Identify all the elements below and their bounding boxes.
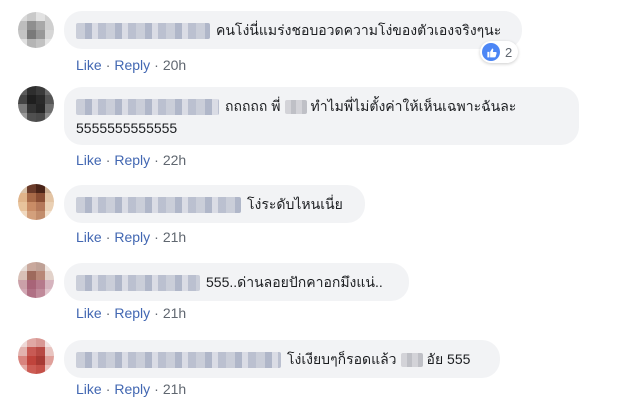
comment-text: โง่ระดับไหนเนี่ย	[247, 196, 343, 212]
comment-bubble: คนโง่นี่แมร่งชอบอวดความโง่ของตัวเองจริงๆ…	[64, 11, 522, 49]
timestamp[interactable]: 21h	[163, 229, 186, 245]
like-link[interactable]: Like	[76, 57, 102, 73]
separator: ·	[154, 305, 159, 321]
like-link[interactable]: Like	[76, 381, 102, 397]
like-link[interactable]: Like	[76, 229, 102, 245]
like-link[interactable]: Like	[76, 305, 102, 321]
avatar[interactable]	[18, 12, 54, 48]
avatar[interactable]	[18, 184, 54, 220]
comment-text: อัย 555	[426, 351, 471, 367]
reply-link[interactable]: Reply	[114, 305, 150, 321]
comment-bubble: โง่เงียบๆก็รอดแล้ว อัย 555	[64, 340, 500, 378]
reply-link[interactable]: Reply	[114, 229, 150, 245]
comment-bubble: โง่ระดับไหนเนี่ย	[64, 185, 365, 223]
like-link[interactable]: Like	[76, 152, 102, 168]
blurred-author-name[interactable]	[76, 99, 219, 116]
comment-actions: Like · Reply · 20h	[76, 56, 186, 74]
comment-line-1: ถถถถถ พี่ ทำไมพี่ไม่ตั้งค่าให้เห็นเฉพาะฉั…	[76, 95, 567, 117]
separator: ·	[105, 229, 111, 245]
avatar[interactable]	[18, 338, 54, 374]
separator: ·	[154, 381, 159, 397]
like-reaction-icon	[482, 43, 500, 61]
timestamp[interactable]: 21h	[163, 381, 186, 397]
comment-bubble: 555..ด่านลอยปักคาอกมึงแน่..	[64, 263, 409, 301]
blurred-author-name[interactable]	[76, 23, 210, 40]
separator: ·	[105, 305, 111, 321]
blurred-mention	[400, 353, 423, 368]
timestamp[interactable]: 22h	[163, 152, 186, 168]
separator: ·	[154, 152, 159, 168]
reaction-count[interactable]: 2	[480, 41, 519, 63]
timestamp[interactable]: 21h	[163, 305, 186, 321]
blurred-author-name[interactable]	[76, 352, 281, 369]
comment-text: โง่เงียบๆก็รอดแล้ว	[287, 351, 397, 367]
blurred-author-name[interactable]	[76, 197, 241, 214]
comment-actions: Like · Reply · 21h	[76, 380, 186, 398]
reaction-number: 2	[505, 44, 513, 60]
reply-link[interactable]: Reply	[114, 152, 150, 168]
avatar[interactable]	[18, 86, 54, 122]
comment-actions: Like · Reply · 21h	[76, 304, 186, 322]
timestamp[interactable]: 20h	[163, 57, 186, 73]
comment-text: ถถถถถ พี่	[225, 98, 281, 114]
comment-text: คนโง่นี่แมร่งชอบอวดความโง่ของตัวเองจริงๆ…	[216, 22, 502, 38]
separator: ·	[154, 57, 159, 73]
separator: ·	[105, 57, 111, 73]
comment-text: ทำไมพี่ไม่ตั้งค่าให้เห็นเฉพาะฉันละ	[310, 98, 517, 114]
blurred-mention	[284, 100, 307, 115]
comment-text: 555..ด่านลอยปักคาอกมึงแน่..	[206, 274, 383, 290]
comment-line-2: 5555555555555	[76, 120, 178, 136]
separator: ·	[105, 381, 111, 397]
reply-link[interactable]: Reply	[114, 57, 150, 73]
comment-actions: Like · Reply · 21h	[76, 228, 186, 246]
comment-actions: Like · Reply · 22h	[76, 151, 186, 169]
reply-link[interactable]: Reply	[114, 381, 150, 397]
blurred-author-name[interactable]	[76, 275, 200, 292]
comment-bubble: ถถถถถ พี่ ทำไมพี่ไม่ตั้งค่าให้เห็นเฉพาะฉั…	[64, 87, 579, 145]
separator: ·	[105, 152, 111, 168]
avatar[interactable]	[18, 262, 54, 298]
separator: ·	[154, 229, 159, 245]
